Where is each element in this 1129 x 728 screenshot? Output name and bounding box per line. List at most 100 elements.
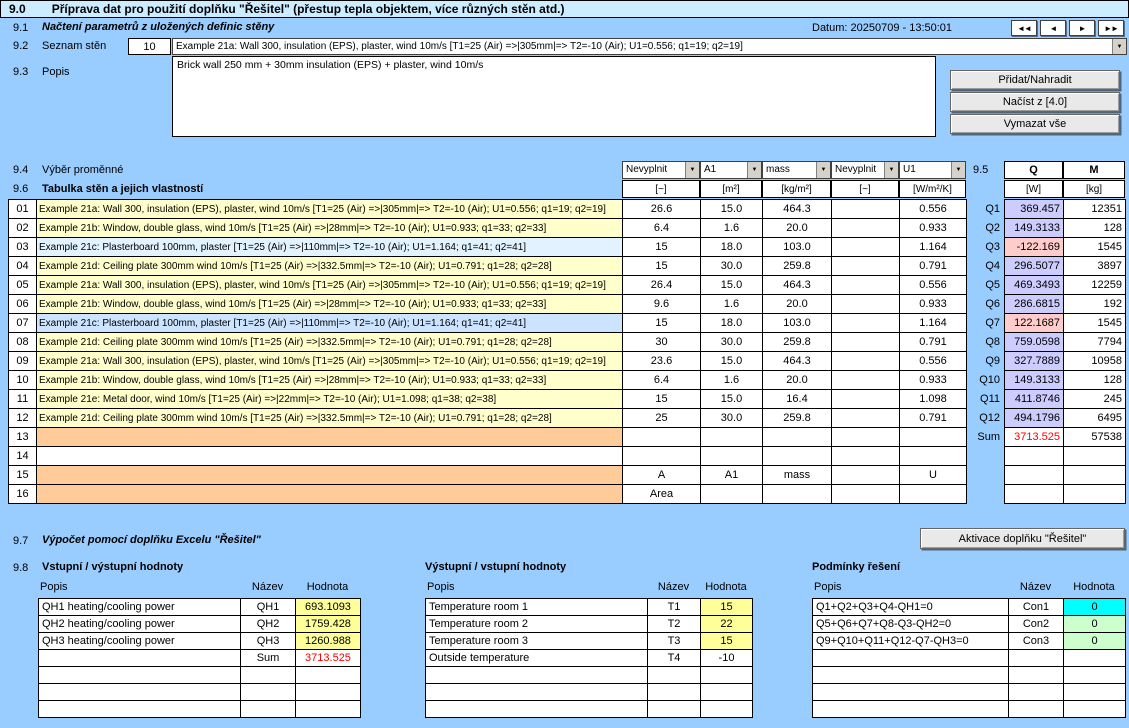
value-cell: 15: [623, 390, 701, 409]
io-row: Q9+Q10+Q11+Q12-Q7-QH3=0Con30: [813, 633, 1126, 650]
m-value-cell: [1064, 485, 1126, 504]
q-row-label: Q7: [967, 314, 1005, 333]
add-replace-button[interactable]: Přidat/Nahradit: [950, 70, 1120, 90]
q-row-label: Q6: [967, 295, 1005, 314]
dropdown-arrow-icon[interactable]: ▼: [816, 162, 830, 178]
nazev-cell: [241, 701, 296, 718]
clear-all-button[interactable]: Vymazat vše: [950, 114, 1120, 134]
row-number: 14: [9, 447, 37, 466]
dropdown-arrow-icon[interactable]: ▼: [884, 162, 898, 178]
wall-desc-cell: Example 21b: Window, double glass, wind …: [37, 295, 623, 314]
popis-cell: [426, 667, 648, 684]
hodnota-cell[interactable]: 15: [701, 633, 753, 650]
m-sum-value-cell: 57538: [1064, 428, 1126, 447]
col-header-hodnota: Hodnota: [700, 581, 752, 593]
col-header-popis: Popis: [427, 581, 455, 593]
col-header-hodnota: Hodnota: [1063, 581, 1125, 593]
hodnota-cell[interactable]: 22: [701, 616, 753, 633]
value-cell: 15: [623, 238, 701, 257]
q-value-cell: 759.0598: [1005, 333, 1064, 352]
variable-name-cell: mass: [763, 466, 832, 485]
value-cell: [900, 447, 967, 466]
q-value-cell: [1005, 485, 1064, 504]
hodnota-cell[interactable]: 693.1093: [296, 599, 361, 616]
variable-dropdown-4[interactable]: Nevyplnit ▼: [831, 161, 899, 179]
q-value-cell: [1005, 466, 1064, 485]
value-cell: 25: [623, 409, 701, 428]
variable-dropdown-1[interactable]: Nevyplnit ▼: [622, 161, 700, 179]
q-value-cell: 327.7889: [1005, 352, 1064, 371]
nav-last-button[interactable]: ►►: [1098, 20, 1124, 36]
io-row: [39, 684, 361, 701]
nazev-cell: [1009, 650, 1064, 667]
section-number-9-4: 9.4: [13, 164, 28, 176]
nav-next-button[interactable]: ►: [1069, 20, 1095, 36]
nazev-cell: QH2: [241, 616, 296, 633]
hodnota-cell: [1064, 650, 1126, 667]
table-row: 05 Example 21a: Wall 300, insulation (EP…: [9, 276, 1126, 295]
nazev-cell: [1009, 684, 1064, 701]
nazev-cell: T1: [648, 599, 701, 616]
wall-select-value: Example 21a: Wall 300, insulation (EPS),…: [173, 39, 1112, 54]
section-number-9-8: 9.8: [13, 562, 28, 574]
q-row-label: Q8: [967, 333, 1005, 352]
activate-solver-button[interactable]: Aktivace doplňku "Řešitel": [920, 528, 1125, 549]
io-row: [39, 701, 361, 718]
dropdown-arrow-icon[interactable]: ▼: [951, 162, 965, 178]
popis-cell: Q9+Q10+Q11+Q12-Q7-QH3=0: [813, 633, 1009, 650]
wall-desc-cell: Example 21b: Window, double glass, wind …: [37, 219, 623, 238]
nazev-cell: [1009, 701, 1064, 718]
io-row: [813, 667, 1126, 684]
value-cell: 103.0: [763, 314, 832, 333]
variable-name-cell: A1: [701, 466, 763, 485]
hodnota-cell[interactable]: 15: [701, 599, 753, 616]
value-cell: [832, 238, 900, 257]
table-row: 06 Example 21b: Window, double glass, wi…: [9, 295, 1126, 314]
hodnota-sum-cell: 3713.525: [296, 650, 361, 667]
dropdown-arrow-icon[interactable]: ▼: [747, 162, 761, 178]
value-cell: 0.933: [900, 295, 967, 314]
value-cell: 103.0: [763, 238, 832, 257]
value-cell: 9.6: [623, 295, 701, 314]
value-cell: 20.0: [763, 219, 832, 238]
table-row: 08 Example 21d: Ceiling plate 300mm wind…: [9, 333, 1126, 352]
variable-dropdown-5[interactable]: U1 ▼: [899, 161, 966, 179]
m-value-cell: 12259: [1064, 276, 1126, 295]
nav-prev-button[interactable]: ◄: [1040, 20, 1066, 36]
wall-count-field[interactable]: 10: [128, 38, 171, 55]
hodnota-cell[interactable]: 1759.428: [296, 616, 361, 633]
nav-first-button[interactable]: ◄◄: [1011, 20, 1037, 36]
section-number-9-1: 9.1: [13, 22, 28, 34]
load-from-4-0-button[interactable]: Načíst z [4.0]: [950, 92, 1120, 112]
description-textarea[interactable]: Brick wall 250 mm + 30mm insulation (EPS…: [172, 56, 936, 137]
unit-cell-u: [W/m²/K]: [899, 180, 966, 198]
io-row: [813, 684, 1126, 701]
variable-dropdown-3[interactable]: mass ▼: [762, 161, 831, 179]
value-cell: 15: [623, 314, 701, 333]
dropdown-arrow-icon[interactable]: ▼: [685, 162, 699, 178]
value-cell: 23.6: [623, 352, 701, 371]
value-cell: [832, 276, 900, 295]
wall-desc-cell: Example 21e: Metal door, wind 10m/s [T1=…: [37, 390, 623, 409]
table-row: 16 Area: [9, 485, 1126, 504]
popis-cell: [813, 650, 1009, 667]
m-value-cell: 6495: [1064, 409, 1126, 428]
col-header-hodnota: Hodnota: [295, 581, 360, 593]
value-cell: [832, 447, 900, 466]
m-value-cell: [1064, 447, 1126, 466]
nazev-cell: [648, 701, 701, 718]
variable-dropdown-2[interactable]: A1 ▼: [700, 161, 762, 179]
table-row: 02 Example 21b: Window, double glass, wi…: [9, 219, 1126, 238]
col-header-nazev: Název: [240, 581, 295, 593]
table-row: 11 Example 21e: Metal door, wind 10m/s […: [9, 390, 1126, 409]
q-row-label: Q1: [967, 200, 1005, 219]
value-cell: [832, 371, 900, 390]
q-row-label: [967, 447, 1005, 466]
wall-select-dropdown[interactable]: Example 21a: Wall 300, insulation (EPS),…: [172, 38, 1127, 55]
section-number-9-2: 9.2: [13, 40, 28, 52]
dropdown-arrow-icon[interactable]: ▼: [1112, 39, 1126, 54]
io-table-left: QH1 heating/cooling powerQH1693.1093 QH2…: [38, 598, 361, 718]
value-cell: [832, 428, 900, 447]
hodnota-cell: 0: [1064, 633, 1126, 650]
hodnota-cell[interactable]: 1260.988: [296, 633, 361, 650]
